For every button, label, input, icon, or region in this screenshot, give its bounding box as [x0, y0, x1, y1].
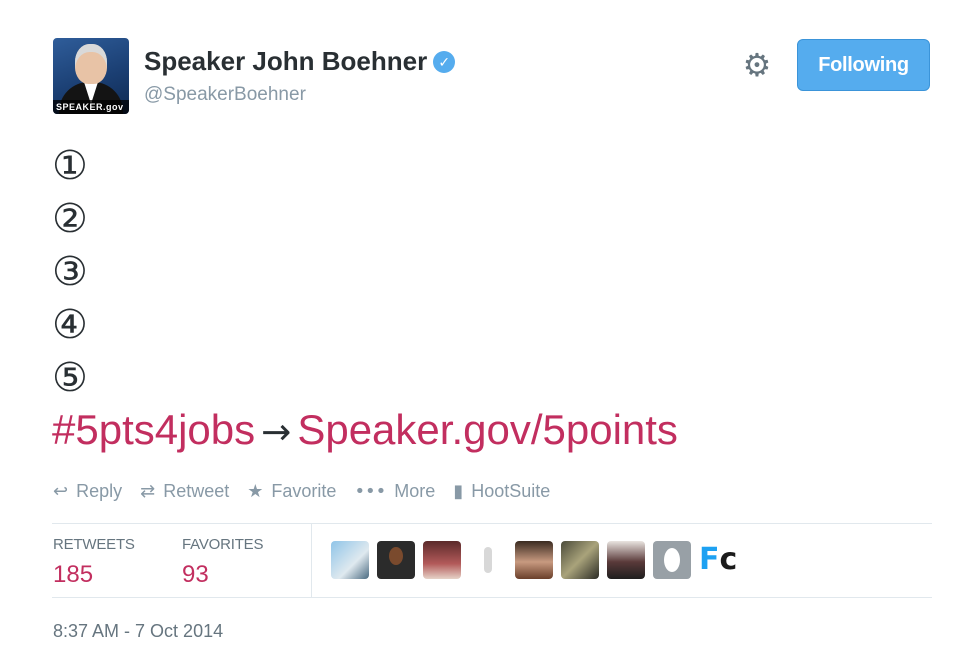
tweet-link-line: #5pts4jobs → Speaker.gov/5points: [52, 406, 678, 454]
favorites-count: 93: [182, 561, 209, 588]
divider-bottom: [52, 597, 932, 598]
author-name-row[interactable]: Speaker John Boehner ✓: [144, 46, 456, 77]
favoriter-avatar[interactable]: [515, 541, 553, 579]
hashtag-link[interactable]: #5pts4jobs: [52, 406, 255, 453]
retweet-icon: ⇄: [140, 481, 156, 502]
more-button[interactable]: ••• More: [354, 481, 435, 502]
favorite-button[interactable]: ★ Favorite: [247, 481, 336, 502]
retweet-button[interactable]: ⇄ Retweet: [140, 481, 229, 502]
fc-logo-c: c: [719, 542, 738, 577]
tweet-timestamp[interactable]: 8:37 AM - 7 Oct 2014: [53, 621, 223, 642]
following-button[interactable]: Following: [797, 39, 930, 91]
favoriter-avatar[interactable]: [607, 541, 645, 579]
star-icon: ★: [247, 481, 264, 502]
arrow-glyph: →: [261, 412, 292, 453]
divider-top: [52, 523, 932, 524]
favorites-stat[interactable]: FAVORITES 93: [182, 536, 263, 589]
favoriter-avatar[interactable]: [423, 541, 461, 579]
reply-icon: ↩: [53, 481, 69, 502]
more-label: More: [394, 481, 436, 501]
hootsuite-icon: ▮: [453, 481, 464, 502]
avatar-face: [75, 44, 107, 84]
retweets-stat[interactable]: RETWEETS 185: [53, 536, 135, 589]
favorites-label: FAVORITES: [182, 536, 264, 553]
retweets-count: 185: [53, 561, 94, 588]
hootsuite-label: HootSuite: [471, 481, 551, 501]
favoriters-avatars: Fc: [331, 541, 737, 579]
tweet-actions: ↩ Reply ⇄ Retweet ★ Favorite ••• More ▮ …: [53, 481, 568, 502]
tweet-line-5: ⑤: [52, 355, 88, 401]
author-name[interactable]: Speaker John Boehner: [144, 46, 427, 76]
favoriter-avatar[interactable]: [561, 541, 599, 579]
hootsuite-button[interactable]: ▮ HootSuite: [453, 481, 550, 502]
retweet-label: Retweet: [163, 481, 230, 501]
reply-button[interactable]: ↩ Reply: [53, 481, 122, 502]
tweet-line-2: ②: [52, 196, 88, 242]
author-avatar[interactable]: SPEAKER.gov: [53, 38, 129, 114]
favoriter-avatar[interactable]: [469, 541, 507, 579]
tweet-line-1: ①: [52, 143, 88, 189]
favoriter-avatar[interactable]: [377, 541, 415, 579]
tweet-line-3: ③: [52, 249, 88, 295]
tweet-line-4: ④: [52, 302, 88, 348]
tweet-text: ① ② ③ ④ ⑤: [52, 140, 88, 405]
favoriter-avatar[interactable]: [653, 541, 691, 579]
favoriter-avatar[interactable]: [331, 541, 369, 579]
divider-vertical: [311, 523, 312, 597]
avatar-tag: SPEAKER.gov: [53, 100, 129, 114]
reply-label: Reply: [76, 481, 123, 501]
fc-logo-f: F: [699, 542, 720, 577]
url-link[interactable]: Speaker.gov/5points: [297, 406, 678, 453]
favoriter-avatar-fc[interactable]: Fc: [699, 541, 737, 579]
verified-badge-icon: ✓: [433, 51, 456, 73]
ellipsis-icon: •••: [354, 481, 387, 502]
favorite-label: Favorite: [271, 481, 337, 501]
author-handle[interactable]: @SpeakerBoehner: [144, 84, 306, 106]
retweets-label: RETWEETS: [53, 536, 135, 553]
gear-icon[interactable]: ⚙: [740, 48, 774, 82]
